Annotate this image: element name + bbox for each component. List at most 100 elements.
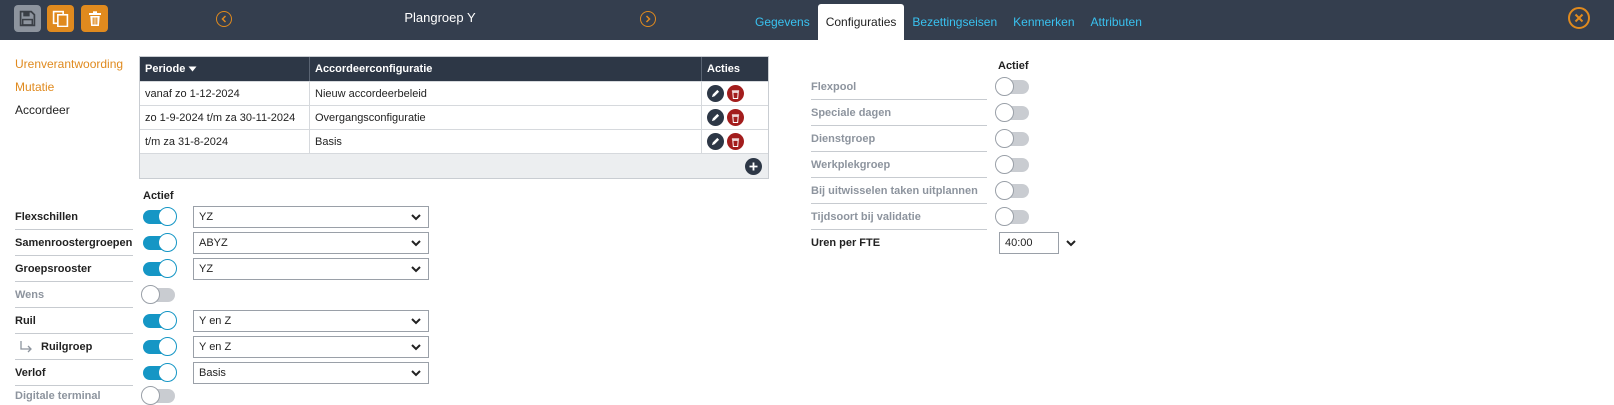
setting-row-dienstgroep: Dienstgroep (811, 126, 1051, 152)
setting-label: Samenroostergroepen (15, 237, 133, 249)
setting-label: Wens (15, 289, 45, 301)
side-menu: Urenverantwoording Mutatie Accordeer (15, 57, 123, 126)
close-button[interactable] (1568, 7, 1590, 29)
delete-button[interactable] (81, 5, 108, 32)
setting-row-speciale-dagen: Speciale dagen (811, 100, 1051, 126)
toggle-knob (158, 259, 177, 278)
toggle-verlof[interactable] (143, 363, 177, 382)
setting-label: Flexschillen (15, 211, 78, 223)
toggle-knob (995, 103, 1014, 122)
trash-icon (88, 11, 101, 26)
chevron-down-icon (411, 370, 421, 377)
select-value: Y en Z (199, 315, 232, 327)
tab-bezettingseisen[interactable]: Bezettingseisen (904, 4, 1005, 40)
next-button[interactable] (640, 11, 656, 27)
toggle-digitale-terminal[interactable] (141, 386, 175, 405)
select-samenroostergroepen[interactable]: ABYZ (193, 232, 429, 254)
table-row: zo 1-9-2024 t/m za 30-11-2024 Overgangsc… (140, 105, 768, 129)
delete-row-button[interactable] (727, 85, 744, 102)
column-header-periode[interactable]: Periode (140, 57, 310, 81)
edit-button[interactable] (707, 109, 724, 126)
select-value: ABYZ (199, 237, 228, 249)
toggle-werkplekgroep[interactable] (995, 155, 1029, 174)
copy-button[interactable] (47, 5, 74, 32)
setting-row-samenroostergroepen: Samenroostergroepen ABYZ (15, 230, 435, 256)
toggle-bij-uitwisselen[interactable] (995, 181, 1029, 200)
chevron-down-icon (411, 214, 421, 221)
top-bar: Plangroep Y Gegevens Configuraties Bezet… (0, 0, 1614, 40)
select-groepsrooster[interactable]: YZ (193, 258, 429, 280)
toggle-knob (158, 233, 177, 252)
chevron-down-icon (411, 240, 421, 247)
setting-label: Tijdsoort bij validatie (811, 211, 921, 223)
plus-icon (749, 162, 758, 171)
close-icon (1574, 13, 1584, 23)
delete-row-button[interactable] (727, 109, 744, 126)
cell-config: Nieuw accordeerbeleid (310, 82, 702, 105)
toggle-flexpool[interactable] (995, 77, 1029, 96)
toggle-dienstgroep[interactable] (995, 129, 1029, 148)
toggle-knob (995, 155, 1014, 174)
toggle-knob (995, 207, 1014, 226)
select-verlof[interactable]: Basis (193, 362, 429, 384)
save-icon (19, 10, 36, 27)
uren-per-fte-input[interactable]: 40:00 (999, 232, 1059, 254)
cell-config: Overgangsconfiguratie (310, 106, 702, 129)
previous-button[interactable] (216, 11, 232, 27)
setting-row-ruil: Ruil Y en Z (15, 308, 435, 334)
sub-level-arrow-icon (19, 341, 33, 353)
toggle-knob (158, 207, 177, 226)
add-row-button[interactable] (745, 158, 762, 175)
edit-button[interactable] (707, 85, 724, 102)
setting-label: Verlof (15, 367, 46, 379)
toggle-flexschillen[interactable] (143, 207, 177, 226)
pencil-icon (711, 89, 720, 98)
toggle-knob (141, 386, 160, 405)
cell-periode: zo 1-9-2024 t/m za 30-11-2024 (140, 106, 310, 129)
toggle-knob (158, 363, 177, 382)
tab-gegevens[interactable]: Gegevens (747, 4, 818, 40)
side-menu-item-urenverantwoording[interactable]: Urenverantwoording (15, 57, 123, 80)
toggle-samenroostergroepen[interactable] (143, 233, 177, 252)
side-menu-item-accordeer[interactable]: Accordeer (15, 103, 123, 126)
chevron-right-icon (645, 15, 651, 23)
setting-label: Flexpool (811, 81, 857, 93)
setting-label: Bij uitwisselen taken uitplannen (811, 185, 978, 197)
tab-configuraties[interactable]: Configuraties (817, 4, 905, 40)
chevron-left-icon (221, 15, 227, 23)
tab-kenmerken[interactable]: Kenmerken (1005, 4, 1082, 40)
select-flexschillen[interactable]: YZ (193, 206, 429, 228)
chevron-down-icon (411, 266, 421, 273)
column-header-acties: Acties (707, 63, 741, 75)
toggle-groepsrooster[interactable] (143, 259, 177, 278)
edit-button[interactable] (707, 133, 724, 150)
toggle-wens[interactable] (141, 285, 175, 304)
setting-label: Dienstgroep (811, 133, 876, 145)
select-ruilgroep[interactable]: Y en Z (193, 336, 429, 358)
column-header-config[interactable]: Accordeerconfiguratie (310, 57, 702, 81)
setting-row-flexschillen: Flexschillen YZ (15, 204, 435, 230)
tab-attributen[interactable]: Attributen (1083, 4, 1150, 40)
setting-label: Ruil (15, 315, 36, 327)
chevron-down-icon[interactable] (1065, 237, 1077, 249)
pencil-icon (711, 137, 720, 146)
trash-icon (731, 137, 740, 147)
select-value: YZ (199, 263, 214, 275)
cell-acties (702, 82, 768, 105)
tab-bar: Gegevens Configuraties Bezettingseisen K… (747, 4, 1150, 40)
chevron-down-icon (411, 344, 421, 351)
toggle-speciale-dagen[interactable] (995, 103, 1029, 122)
table-footer (140, 153, 768, 178)
actief-header-right: Actief (998, 60, 1029, 72)
setting-label: Werkplekgroep (811, 159, 891, 171)
toggle-ruil[interactable] (143, 311, 177, 330)
table-header: Periode Accordeerconfiguratie Acties (140, 57, 768, 81)
toggle-ruilgroep[interactable] (143, 337, 177, 356)
setting-label: Uren per FTE (811, 237, 881, 249)
save-button[interactable] (14, 5, 41, 32)
setting-row-ruilgroep: Ruilgroep Y en Z (15, 334, 435, 360)
select-ruil[interactable]: Y en Z (193, 310, 429, 332)
side-menu-item-mutatie[interactable]: Mutatie (15, 80, 123, 103)
delete-row-button[interactable] (727, 133, 744, 150)
toggle-tijdsoort[interactable] (995, 207, 1029, 226)
